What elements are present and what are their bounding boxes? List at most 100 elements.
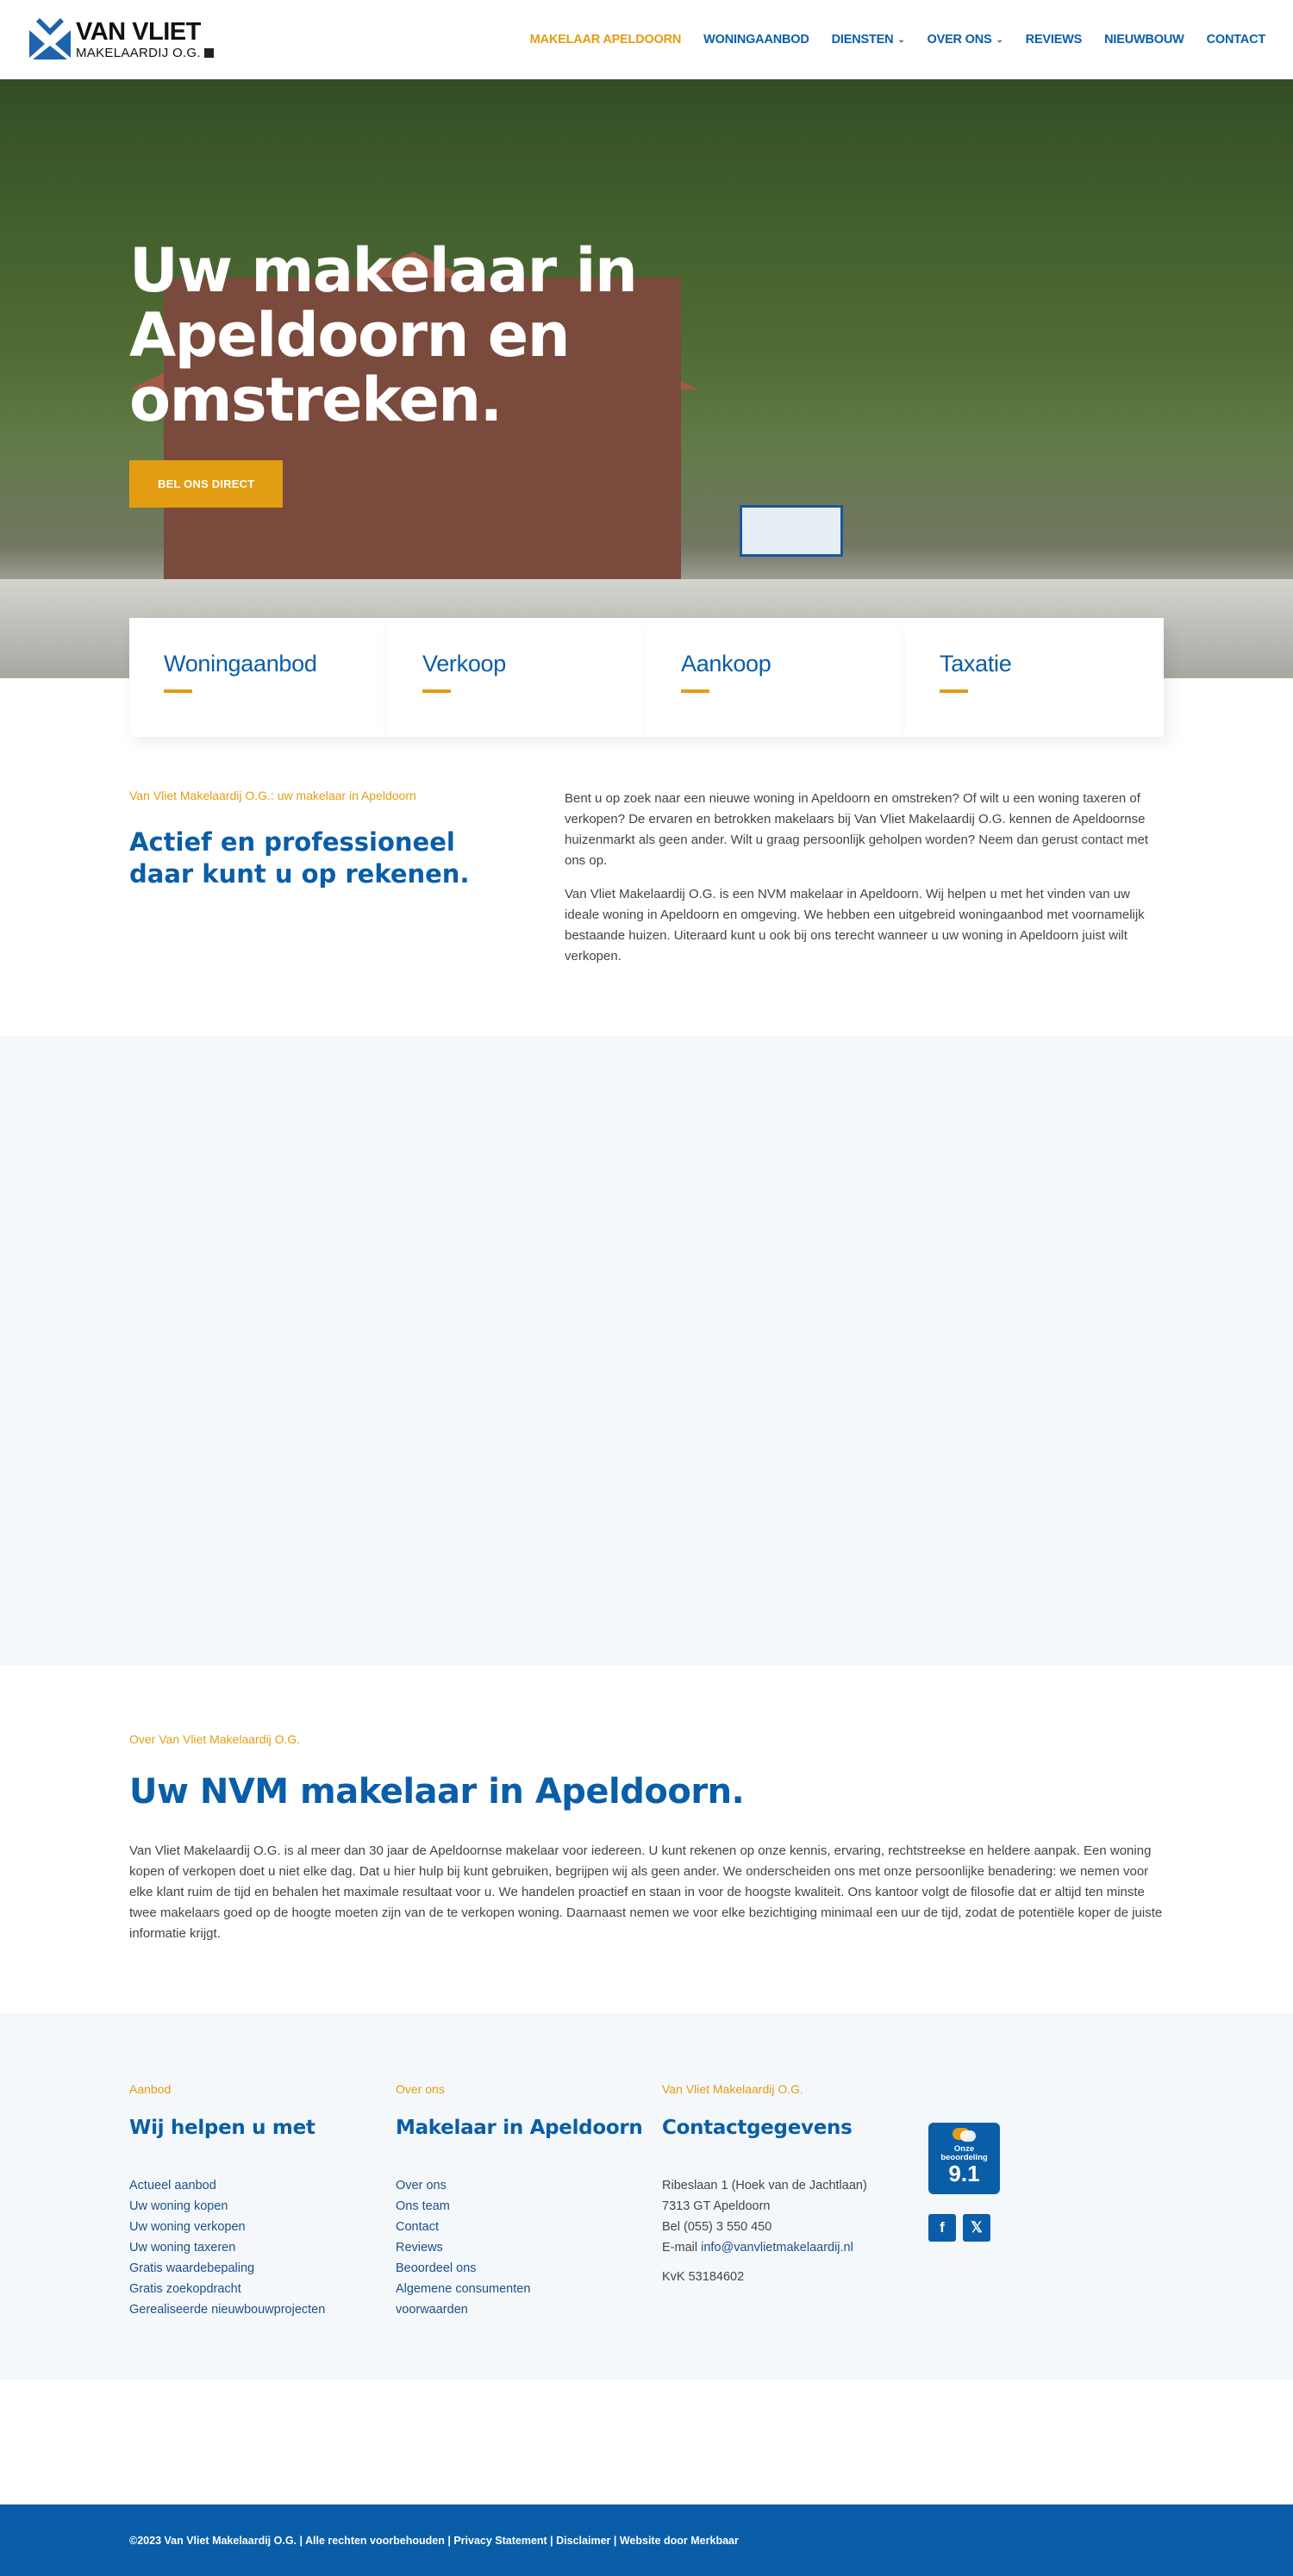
kvk-number: KvK 53184602 <box>662 2270 745 2284</box>
about-eyebrow: Over Van Vliet Makelaardij O.G. <box>129 1732 301 1746</box>
logo-subtitle-text: MAKELAARDIJ O.G. <box>76 46 201 60</box>
footer-spacer <box>0 2380 1293 2504</box>
footer-link[interactable]: Contact <box>396 2217 628 2237</box>
intro-heading: Actief en professioneel daar kunt u op r… <box>129 827 470 889</box>
copyright-text: ©2023 Van Vliet Makelaardij O.G. <box>129 2534 297 2547</box>
footer-heading: Wij helpen u met <box>129 2117 315 2139</box>
footer-heading: Contactgegevens <box>662 2117 853 2139</box>
nav-item-makelaar-apeldoorn[interactable]: MAKELAAR APELDOORN <box>530 33 682 47</box>
contact-address: Ribeslaan 1 (Hoek van de Jachtlaan) <box>662 2179 867 2192</box>
footer-col-aanbod: Aanbod Wij helpen u met Actueel aanbod U… <box>129 2082 396 2320</box>
footer-link[interactable]: Ons team <box>396 2196 628 2217</box>
nav-item-over-ons[interactable]: OVER ONS ⌄ <box>928 33 1003 47</box>
intro-eyebrow: Van Vliet Makelaardij O.G.: uw makelaar … <box>129 789 416 802</box>
rating-badge[interactable]: Onze beoordeling 9.1 <box>928 2123 1000 2194</box>
footer-col-over-ons: Over ons Makelaar in Apeldoorn Over ons … <box>396 2082 662 2320</box>
rights-text: Alle rechten voorbehouden <box>305 2534 445 2547</box>
site-logo[interactable]: VAN VLIET MAKELAARDIJ O.G. <box>29 18 214 61</box>
hero-content: Uw makelaar in Apeldoorn en omstreken. B… <box>129 239 733 508</box>
footer-link[interactable]: Uw woning verkopen <box>129 2217 396 2237</box>
rating-label: Onze beoordeling <box>940 2145 987 2162</box>
about-heading: Uw NVM makelaar in Apeldoorn. <box>129 1772 745 1812</box>
call-now-button[interactable]: BEL ONS DIRECT <box>129 460 284 508</box>
card-accent-bar <box>422 689 451 693</box>
disclaimer-link[interactable]: Disclaimer <box>556 2535 610 2547</box>
nav-label: OVER ONS <box>927 33 992 47</box>
intro-paragraph: Bent u op zoek naar een nieuwe woning in… <box>565 791 1149 868</box>
nav-item-diensten[interactable]: DIENSTEN ⌄ <box>832 33 905 47</box>
social-links: f 𝕏 <box>928 2214 1000 2242</box>
hero-section: Uw makelaar in Apeldoorn en omstreken. B… <box>0 79 1293 678</box>
privacy-statement-link[interactable]: Privacy Statement <box>453 2535 547 2547</box>
bottom-bar: ©2023 Van Vliet Makelaardij O.G. | Alle … <box>0 2504 1293 2576</box>
nvm-icon <box>203 48 214 58</box>
contact-phone[interactable]: Bel (055) 3 550 450 <box>662 2217 928 2237</box>
nav-item-woningaanbod[interactable]: WONINGAANBOD <box>703 33 809 47</box>
footer-eyebrow: Aanbod <box>129 2082 172 2096</box>
footer-link[interactable]: Uw woning taxeren <box>129 2237 396 2258</box>
card-woningaanbod[interactable]: Woningaanbod <box>129 618 388 737</box>
footer-badges: Onze beoordeling 9.1 f 𝕏 <box>928 2082 1000 2320</box>
contact-email-row: E-mail info@vanvlietmakelaardij.nl <box>662 2237 928 2258</box>
logo-subtitle: MAKELAARDIJ O.G. <box>76 47 214 59</box>
hero-office-sign <box>740 505 843 557</box>
card-accent-bar <box>940 689 968 693</box>
card-title: Verkoop <box>422 651 506 677</box>
nav-item-contact[interactable]: CONTACT <box>1206 33 1266 47</box>
separator: | <box>444 2534 454 2547</box>
nav-label: DIENSTEN <box>831 33 894 47</box>
intro-section: Van Vliet Makelaardij O.G.: uw makelaar … <box>129 789 1164 1036</box>
footer-link[interactable]: Uw woning kopen <box>129 2196 396 2217</box>
card-title: Woningaanbod <box>164 651 317 677</box>
footer-widgets: Aanbod Wij helpen u met Actueel aanbod U… <box>0 2013 1293 2380</box>
about-section: Over Van Vliet Makelaardij O.G. Uw NVM m… <box>129 1665 1164 2013</box>
about-text: Van Vliet Makelaardij O.G. is al meer da… <box>129 1843 1163 1941</box>
email-label: E-mail <box>662 2241 702 2255</box>
contact-city: 7313 GT Apeldoorn <box>662 2199 771 2213</box>
footer-eyebrow: Over ons <box>396 2082 445 2096</box>
vanvliet-logo-icon <box>29 18 71 59</box>
nav-label: NIEUWBOUW <box>1104 33 1184 47</box>
contact-email-link[interactable]: info@vanvlietmakelaardij.nl <box>701 2241 853 2255</box>
facebook-icon[interactable]: f <box>928 2214 956 2242</box>
chevron-down-icon: ⌄ <box>996 34 1003 45</box>
nav-item-reviews[interactable]: REVIEWS <box>1025 33 1083 47</box>
separator: | <box>610 2534 620 2547</box>
hero-title: Uw makelaar in Apeldoorn en omstreken. <box>129 235 638 435</box>
nav-label: REVIEWS <box>1025 33 1083 47</box>
intro-paragraph: Van Vliet Makelaardij O.G. is een NVM ma… <box>565 887 1145 964</box>
footer-link[interactable]: Gratis waardebepaling <box>129 2258 396 2279</box>
footer-heading: Makelaar in Apeldoorn <box>396 2117 643 2139</box>
card-aankoop[interactable]: Aankoop <box>646 618 905 737</box>
card-verkoop[interactable]: Verkoop <box>388 618 646 737</box>
footer-eyebrow: Van Vliet Makelaardij O.G. <box>662 2082 803 2096</box>
nav-item-nieuwbouw[interactable]: NIEUWBOUW <box>1104 33 1184 47</box>
merkbaar-credit-link[interactable]: Website door Merkbaar <box>620 2535 739 2547</box>
footer-link[interactable]: Beoordeel ons <box>396 2258 628 2279</box>
card-accent-bar <box>164 689 192 693</box>
chevron-down-icon: ⌄ <box>897 34 905 45</box>
intro-text: Bent u op zoek naar een nieuwe woning in… <box>565 789 1164 967</box>
copyright-line: ©2023 Van Vliet Makelaardij O.G. | Alle … <box>129 2535 1164 2547</box>
footer-link[interactable]: Algemene consumenten voorwaarden <box>396 2279 568 2320</box>
contact-details: Ribeslaan 1 (Hoek van de Jachtlaan) 7313… <box>662 2175 928 2258</box>
footer-link[interactable]: Actueel aanbod <box>129 2175 396 2196</box>
footer-link[interactable]: Over ons <box>396 2175 628 2196</box>
footer-link[interactable]: Reviews <box>396 2237 628 2258</box>
speech-bubble-star-icon <box>952 2128 977 2143</box>
separator: | <box>547 2534 557 2547</box>
footer-link[interactable]: Gerealiseerde nieuwbouwprojecten <box>129 2299 396 2320</box>
nav-label: CONTACT <box>1206 33 1266 47</box>
card-accent-bar <box>681 689 709 693</box>
empty-content-band <box>0 1036 1293 1665</box>
separator: | <box>297 2534 306 2547</box>
footer-link[interactable]: Gratis zoekopdracht <box>129 2279 396 2299</box>
logo-name: VAN VLIET <box>76 18 201 46</box>
nav-label: MAKELAAR APELDOORN <box>529 33 682 47</box>
card-title: Aankoop <box>681 651 771 677</box>
x-twitter-icon[interactable]: 𝕏 <box>963 2214 990 2242</box>
card-taxatie[interactable]: Taxatie <box>905 618 1164 737</box>
site-header: VAN VLIET MAKELAARDIJ O.G. MAKELAAR APEL… <box>0 0 1293 79</box>
footer-col-contact: Van Vliet Makelaardij O.G. Contactgegeve… <box>662 2082 928 2320</box>
card-title: Taxatie <box>940 651 1012 677</box>
